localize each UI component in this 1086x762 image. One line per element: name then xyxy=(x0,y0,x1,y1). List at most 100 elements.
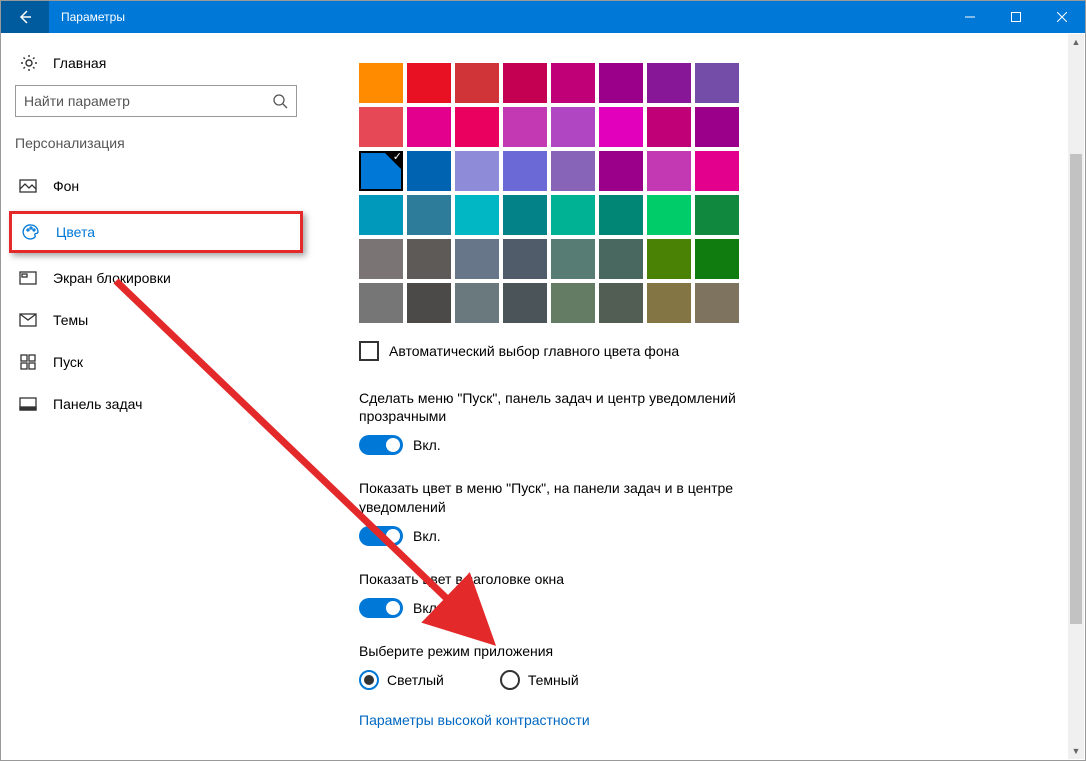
color-swatch[interactable] xyxy=(455,195,499,235)
color-swatch[interactable] xyxy=(455,63,499,103)
color-swatch[interactable] xyxy=(551,195,595,235)
content-area: ✓ Автоматический выбор главного цвета фо… xyxy=(311,33,1085,760)
picture-icon xyxy=(19,177,37,195)
color-swatch[interactable] xyxy=(359,107,403,147)
color-swatch[interactable] xyxy=(599,107,643,147)
sidebar-item-colors[interactable]: Цвета xyxy=(9,211,303,253)
color-swatch[interactable] xyxy=(407,283,451,323)
color-swatch[interactable] xyxy=(647,107,691,147)
color-swatch[interactable] xyxy=(503,63,547,103)
scroll-up-icon: ▲ xyxy=(1068,34,1084,50)
search-placeholder: Найти параметр xyxy=(24,93,130,109)
check-icon: ✓ xyxy=(393,150,402,163)
color-swatch[interactable] xyxy=(599,151,643,191)
sidebar-item-label: Цвета xyxy=(56,224,95,240)
radio-label: Темный xyxy=(528,672,579,688)
search-input[interactable]: Найти параметр xyxy=(15,85,297,117)
color-swatch[interactable] xyxy=(599,283,643,323)
color-swatch[interactable] xyxy=(647,195,691,235)
color-swatch[interactable] xyxy=(695,239,739,279)
show-color-title-label: Показать цвет в заголовке окна xyxy=(359,570,799,588)
color-swatch[interactable] xyxy=(455,107,499,147)
start-icon xyxy=(19,353,37,371)
sidebar-item-label: Фон xyxy=(53,178,79,194)
color-swatch[interactable] xyxy=(647,151,691,191)
color-swatch[interactable] xyxy=(599,195,643,235)
color-swatch[interactable] xyxy=(503,239,547,279)
color-swatch[interactable] xyxy=(599,63,643,103)
color-swatch[interactable] xyxy=(455,239,499,279)
color-swatch[interactable] xyxy=(551,151,595,191)
color-swatch[interactable] xyxy=(551,239,595,279)
toggle-icon xyxy=(359,526,403,546)
color-swatch[interactable] xyxy=(695,107,739,147)
app-mode-label: Выберите режим приложения xyxy=(359,642,799,660)
window-body: Главная Найти параметр Персонализация Фо… xyxy=(1,33,1085,760)
close-button[interactable] xyxy=(1039,1,1085,33)
lockscreen-icon xyxy=(19,269,37,287)
palette-row xyxy=(359,239,1055,279)
color-swatch[interactable] xyxy=(695,151,739,191)
color-swatch[interactable] xyxy=(647,283,691,323)
color-swatch[interactable] xyxy=(359,63,403,103)
checkbox-label: Автоматический выбор главного цвета фона xyxy=(389,343,679,359)
high-contrast-link[interactable]: Параметры высокой контрастности xyxy=(359,712,1055,728)
minimize-button[interactable] xyxy=(947,1,993,33)
color-swatch[interactable] xyxy=(359,195,403,235)
palette-row xyxy=(359,195,1055,235)
color-swatch[interactable] xyxy=(695,63,739,103)
color-swatch[interactable] xyxy=(407,63,451,103)
sidebar-item-start[interactable]: Пуск xyxy=(1,341,311,383)
maximize-button[interactable] xyxy=(993,1,1039,33)
color-swatch[interactable] xyxy=(455,151,499,191)
color-swatch[interactable] xyxy=(503,107,547,147)
color-swatch[interactable] xyxy=(647,239,691,279)
color-swatch[interactable] xyxy=(455,283,499,323)
toggle-icon xyxy=(359,598,403,618)
toggle-state: Вкл. xyxy=(413,600,441,616)
show-color-start-toggle[interactable]: Вкл. xyxy=(359,526,1055,546)
palette-row xyxy=(359,107,1055,147)
color-swatch[interactable] xyxy=(551,63,595,103)
color-swatch[interactable] xyxy=(695,283,739,323)
color-swatch[interactable] xyxy=(407,151,451,191)
color-swatch[interactable] xyxy=(407,239,451,279)
scrollbar[interactable]: ▲ ▼ xyxy=(1068,34,1084,759)
color-swatch[interactable] xyxy=(407,195,451,235)
sidebar-item-lockscreen[interactable]: Экран блокировки xyxy=(1,257,311,299)
color-swatch[interactable] xyxy=(503,151,547,191)
sidebar-item-themes[interactable]: Темы xyxy=(1,299,311,341)
themes-icon xyxy=(19,311,37,329)
gear-icon xyxy=(19,53,39,73)
sidebar-item-background[interactable]: Фон xyxy=(1,165,311,207)
transparency-toggle[interactable]: Вкл. xyxy=(359,435,1055,455)
show-color-title-toggle[interactable]: Вкл. xyxy=(359,598,1055,618)
color-swatch[interactable] xyxy=(551,283,595,323)
color-swatch[interactable] xyxy=(359,283,403,323)
radio-dark[interactable]: Темный xyxy=(500,670,579,690)
titlebar: Параметры xyxy=(1,1,1085,33)
taskbar-icon xyxy=(19,395,37,413)
scrollbar-thumb[interactable] xyxy=(1070,154,1082,624)
transparency-label: Сделать меню "Пуск", панель задач и цент… xyxy=(359,389,799,425)
back-button[interactable] xyxy=(1,1,49,33)
color-swatch[interactable] xyxy=(599,239,643,279)
auto-color-checkbox[interactable]: Автоматический выбор главного цвета фона xyxy=(359,341,1055,361)
color-swatch[interactable] xyxy=(503,283,547,323)
color-swatch[interactable] xyxy=(503,195,547,235)
minimize-icon xyxy=(965,12,975,22)
radio-light[interactable]: Светлый xyxy=(359,670,444,690)
app-mode-radios: Светлый Темный xyxy=(359,670,1055,690)
toggle-state: Вкл. xyxy=(413,437,441,453)
color-swatch[interactable] xyxy=(551,107,595,147)
sidebar-item-label: Темы xyxy=(53,312,88,328)
home-label: Главная xyxy=(53,55,106,71)
color-swatch[interactable] xyxy=(359,239,403,279)
color-swatch[interactable]: ✓ xyxy=(359,151,403,191)
color-swatch[interactable] xyxy=(407,107,451,147)
color-swatch[interactable] xyxy=(695,195,739,235)
color-swatch[interactable] xyxy=(647,63,691,103)
section-label: Персонализация xyxy=(1,127,311,165)
home-link[interactable]: Главная xyxy=(1,45,311,81)
sidebar-item-taskbar[interactable]: Панель задач xyxy=(1,383,311,425)
